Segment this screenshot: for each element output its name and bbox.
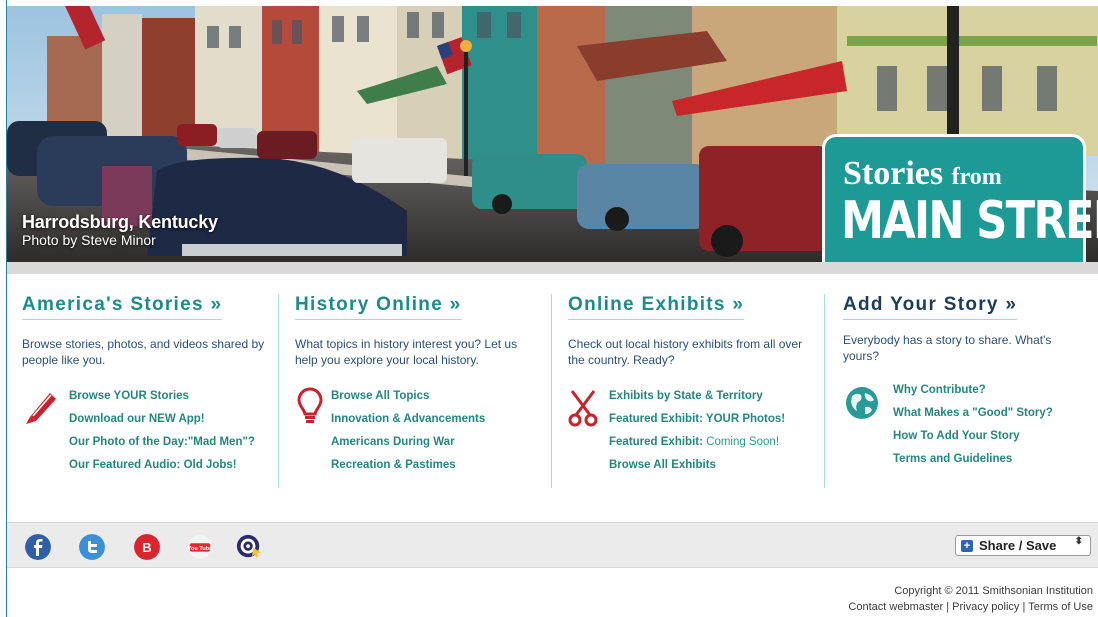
plus-icon: + xyxy=(961,539,973,552)
column-divider xyxy=(278,294,279,488)
link-innovation[interactable]: Innovation & Advancements xyxy=(331,411,485,434)
twitter-icon[interactable] xyxy=(79,534,105,560)
history-online-links: Browse All Topics Innovation & Advanceme… xyxy=(331,388,485,480)
globe-icon xyxy=(846,387,878,419)
column-online-exhibits: Online Exhibits » Check out local histor… xyxy=(568,294,818,488)
stories-from-main-street-logo[interactable]: Stories from MAIN STREET xyxy=(822,134,1098,262)
link-featured-audio[interactable]: Our Featured Audio: Old Jobs! xyxy=(69,457,255,480)
column-description: What topics in history interest you? Let… xyxy=(295,337,518,367)
column-description: Everybody has a story to share. What's y… xyxy=(843,333,1052,363)
terms-of-use-link[interactable]: Terms of Use xyxy=(1028,601,1093,613)
column-history-online: History Online » What topics in history … xyxy=(295,294,540,488)
column-add-your-story: Add Your Story » Everybody has a story t… xyxy=(843,294,1083,488)
link-exhibits-by-state[interactable]: Exhibits by State & Territory xyxy=(609,388,785,411)
column-americas-stories: America's Stories » Browse stories, phot… xyxy=(22,294,267,488)
link-americans-during-war[interactable]: Americans During War xyxy=(331,434,485,457)
logo-word-stories: Stories xyxy=(843,155,944,192)
column-divider xyxy=(551,294,552,488)
target-icon[interactable] xyxy=(236,534,262,560)
footer-separator: | xyxy=(1022,601,1026,613)
footer: Copyright © 2011 Smithsonian Institution… xyxy=(848,583,1093,615)
facebook-icon[interactable] xyxy=(25,534,51,560)
link-featured-exhibit-coming-soon[interactable]: Featured Exhibit: Coming Soon! xyxy=(609,434,785,457)
link-recreation[interactable]: Recreation & Pastimes xyxy=(331,457,485,480)
hero-banner: Harrodsburg, Kentucky Photo by Steve Min… xyxy=(7,6,1098,262)
link-good-story[interactable]: What Makes a "Good" Story? xyxy=(893,405,1053,428)
link-browse-all-topics[interactable]: Browse All Topics xyxy=(331,388,485,411)
share-save-button[interactable]: + Share / Save ⬍ xyxy=(955,535,1091,556)
caption-place: Harrodsburg, Kentucky xyxy=(22,212,218,232)
column-description: Browse stories, photos, and videos share… xyxy=(22,337,265,367)
add-your-story-links: Why Contribute? What Makes a "Good" Stor… xyxy=(893,382,1053,474)
coming-soon-text: Coming Soon! xyxy=(706,436,780,448)
link-featured-exhibit-photos[interactable]: Featured Exhibit: YOUR Photos! xyxy=(609,411,785,434)
privacy-policy-link[interactable]: Privacy policy xyxy=(952,601,1019,613)
content-columns: America's Stories » Browse stories, phot… xyxy=(7,274,1098,522)
americas-stories-links: Browse YOUR Stories Download our NEW App… xyxy=(69,388,255,480)
add-your-story-heading[interactable]: Add Your Story » xyxy=(843,294,1018,320)
featured-exhibit-label: Featured Exhibit: xyxy=(609,436,703,448)
link-browse-all-exhibits[interactable]: Browse All Exhibits xyxy=(609,457,785,480)
blogger-letter: B xyxy=(142,540,151,555)
contact-webmaster-link[interactable]: Contact webmaster xyxy=(848,601,943,613)
youtube-wordmark: You Tube xyxy=(188,546,213,552)
column-description: Check out local history exhibits from al… xyxy=(568,337,803,367)
page-frame xyxy=(0,0,7,617)
footer-links: Contact webmaster | Privacy policy | Ter… xyxy=(848,599,1093,615)
hero-divider xyxy=(7,262,1098,274)
column-divider xyxy=(824,294,825,488)
caption-credit: Photo by Steve Minor xyxy=(22,232,156,248)
link-terms-guidelines[interactable]: Terms and Guidelines xyxy=(893,451,1053,474)
link-why-contribute[interactable]: Why Contribute? xyxy=(893,382,1053,405)
footer-separator: | xyxy=(946,601,950,613)
logo-line-1: Stories from xyxy=(843,155,1002,193)
online-exhibits-links: Exhibits by State & Territory Featured E… xyxy=(609,388,785,480)
logo-line-2: MAIN STREET xyxy=(841,191,1098,251)
pencil-icon xyxy=(26,393,56,424)
share-save-label: Share / Save xyxy=(979,538,1057,553)
copyright-text: Copyright © 2011 Smithsonian Institution xyxy=(894,585,1093,597)
blogger-icon[interactable]: B xyxy=(134,534,160,560)
link-how-to-add[interactable]: How To Add Your Story xyxy=(893,428,1053,451)
lightbulb-icon xyxy=(297,387,323,423)
history-online-heading[interactable]: History Online » xyxy=(295,294,462,320)
photo-caption: Harrodsburg, Kentucky Photo by Steve Min… xyxy=(22,212,218,248)
link-download-app[interactable]: Download our NEW App! xyxy=(69,411,255,434)
chevron-updown-icon: ⬍ xyxy=(1074,536,1083,547)
americas-stories-heading[interactable]: America's Stories » xyxy=(22,294,223,320)
logo-word-from: from xyxy=(951,164,1002,190)
link-browse-your-stories[interactable]: Browse YOUR Stories xyxy=(69,388,255,411)
youtube-icon[interactable]: You Tube xyxy=(187,534,213,560)
social-bar: B You Tube + Share / Save ⬍ xyxy=(7,522,1098,568)
link-photo-of-the-day[interactable]: Our Photo of the Day:"Mad Men"? xyxy=(69,434,255,457)
scissors-icon xyxy=(568,390,598,427)
online-exhibits-heading[interactable]: Online Exhibits » xyxy=(568,294,745,320)
